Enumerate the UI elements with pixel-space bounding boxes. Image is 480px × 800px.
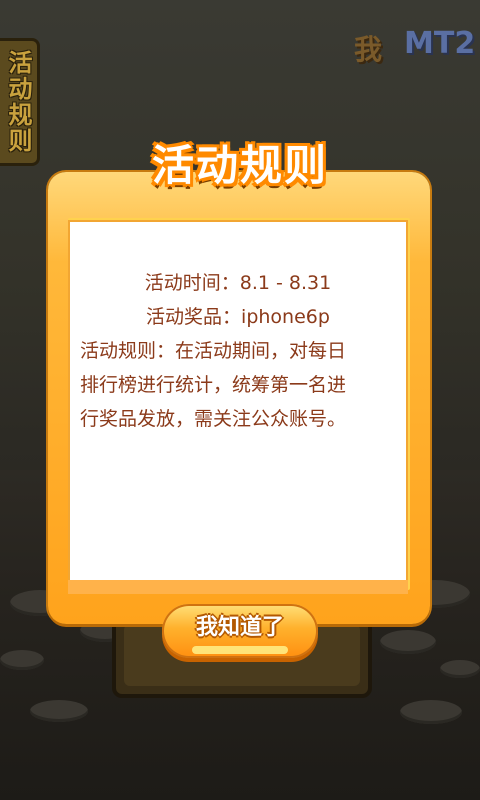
rule-time: 活动时间：8.1 - 8.31 [144, 272, 332, 294]
logo-text-2: MT2 [404, 26, 476, 61]
rule-description-line-3: 行奖品发放，需关注公众账号。 [80, 408, 347, 430]
activity-rules-tab[interactable]: 活动规则 [0, 38, 40, 166]
game-logo: 我 MT2 [354, 12, 476, 76]
dialog-rules-text: 活动时间：8.1 - 8.31 活动奖品：iphone6p 活动规则：在活动期间… [80, 266, 396, 436]
got-it-button[interactable]: 我知道了 [162, 604, 318, 658]
activity-rules-tab-label: 活动规则 [4, 50, 32, 154]
rule-prize: 活动奖品：iphone6p [146, 306, 330, 328]
rule-description-line-2: 排行榜进行统计，统筹第一名进 [80, 374, 347, 396]
got-it-button-label: 我知道了 [195, 615, 284, 640]
dialog-title: 活动规则 [151, 141, 328, 190]
rule-description-line-1: 活动规则：在活动期间，对每日 [80, 340, 347, 362]
logo-text-1: 我 [354, 33, 383, 66]
dialog-content-bottom-band [68, 580, 408, 594]
